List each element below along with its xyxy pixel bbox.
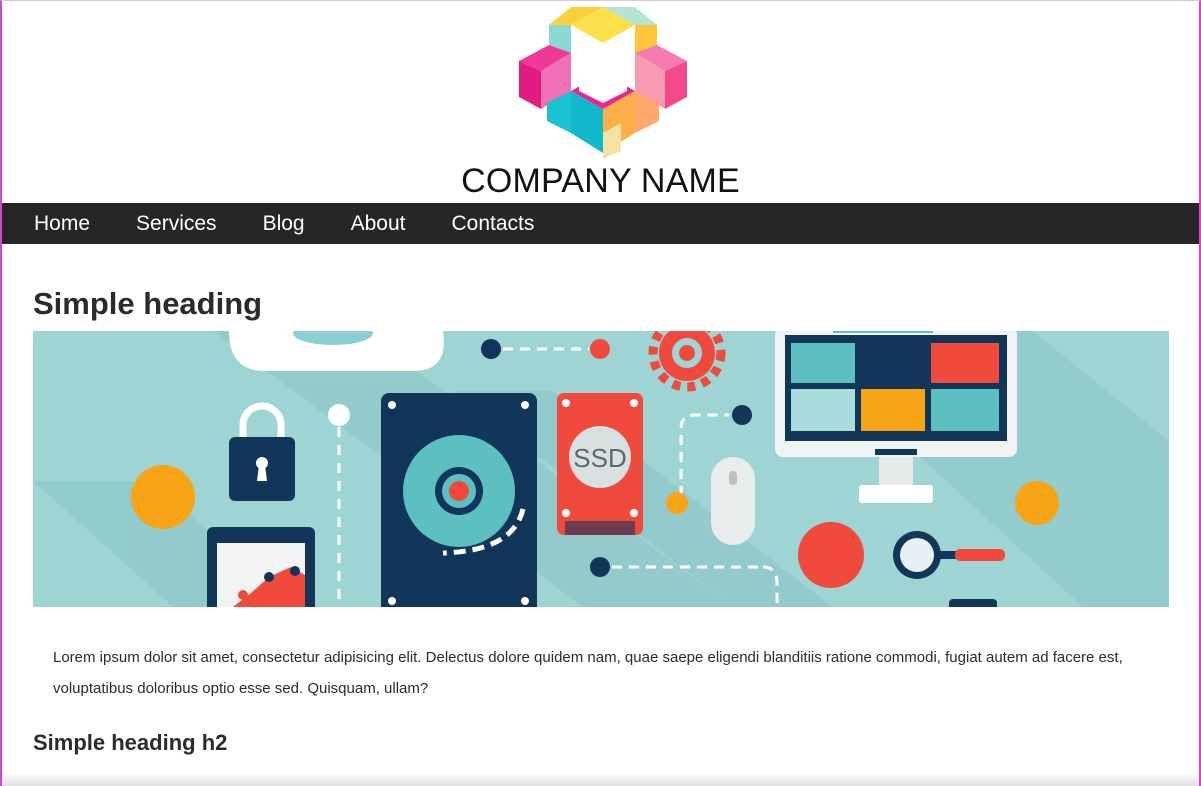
page-heading: Simple heading	[33, 286, 263, 321]
main-nav: Home Services Blog About Contacts	[2, 203, 1199, 244]
body-paragraph: Lorem ipsum dolor sit amet, consectetur …	[53, 649, 1123, 697]
nav-item-blog[interactable]: Blog	[263, 203, 305, 244]
company-logo-icon[interactable]	[517, 3, 689, 159]
nav-item-services[interactable]: Services	[136, 203, 217, 244]
nav-item-contacts[interactable]: Contacts	[451, 203, 534, 244]
browser-viewport: COMPANY NAME Home Services Blog About Co…	[0, 0, 1201, 786]
cloud-icon	[229, 331, 444, 371]
viewport-bottom-shadow	[2, 772, 1199, 786]
nav-item-home[interactable]: Home	[34, 203, 90, 244]
main-content: Simple heading SSD Lorem ipsum dolor sit…	[2, 244, 1199, 786]
ssd-icon: SSD	[557, 393, 643, 535]
site-header: COMPANY NAME	[2, 1, 1199, 203]
subheading-h2: Simple heading h2	[33, 730, 228, 755]
company-name: COMPANY NAME	[461, 162, 740, 200]
ssd-label: SSD	[573, 443, 626, 473]
tablet-chart-icon	[207, 527, 315, 607]
nav-item-about[interactable]: About	[351, 203, 406, 244]
hard-drive-icon	[381, 393, 537, 607]
mouse-icon	[711, 457, 755, 545]
banner-image: SSD	[33, 331, 1169, 607]
